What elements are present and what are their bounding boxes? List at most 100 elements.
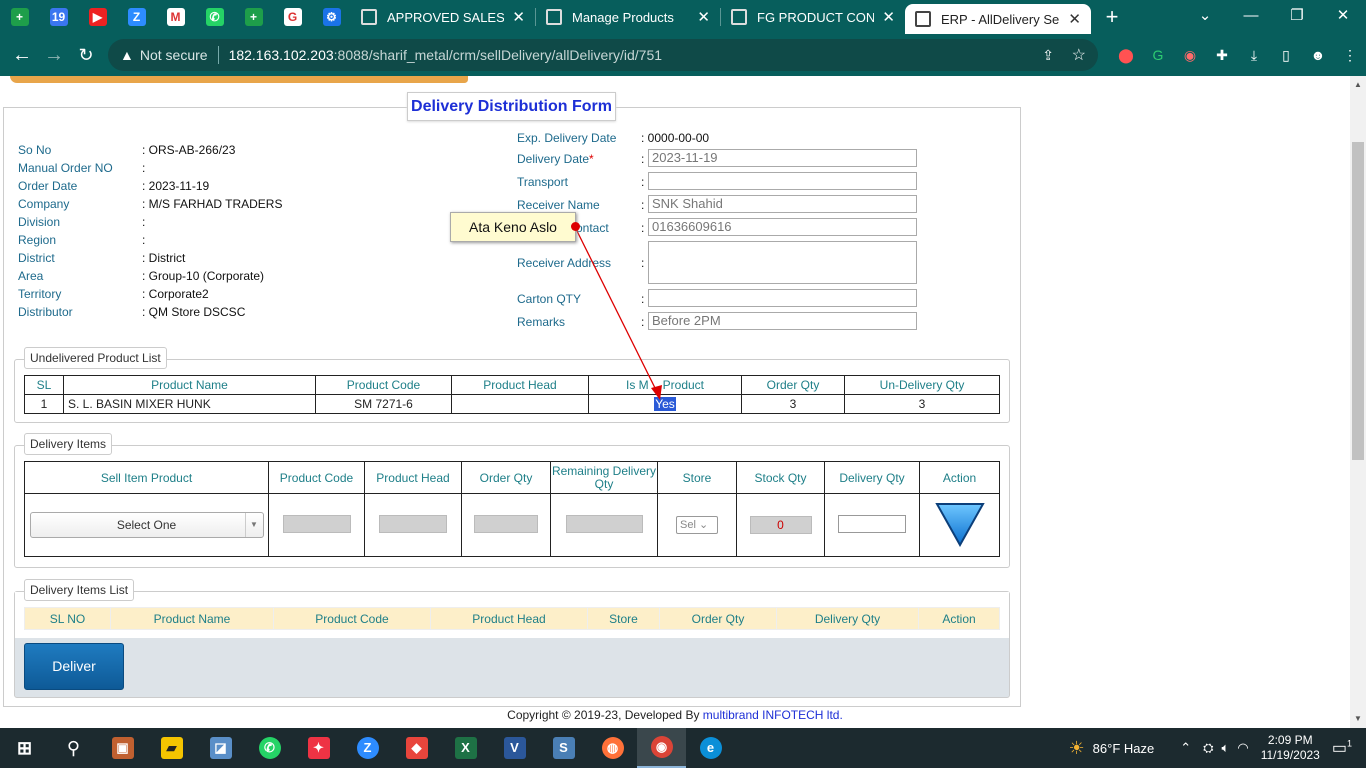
chevron-up-icon[interactable]: ⌃ bbox=[1180, 740, 1191, 756]
taskbar-app[interactable]: S bbox=[539, 728, 588, 768]
profile-avatar[interactable]: ☻ bbox=[1302, 47, 1334, 63]
info-label: Region bbox=[18, 233, 57, 247]
wifi-icon[interactable]: ◠ bbox=[1237, 740, 1248, 756]
pinned-tab[interactable]: M bbox=[156, 0, 195, 34]
close-icon[interactable]: ✕ bbox=[697, 8, 710, 26]
volume-icon[interactable]: 🔈︎ bbox=[1222, 740, 1230, 756]
share-icon[interactable]: ⇪ bbox=[1042, 47, 1054, 64]
grammarly-icon[interactable]: G bbox=[1142, 47, 1174, 63]
delivery-date-input[interactable]: 2023-11-19 bbox=[648, 149, 917, 167]
scroll-up-icon[interactable]: ▲ bbox=[1354, 80, 1362, 89]
receiver-name-input[interactable]: SNK Shahid bbox=[648, 195, 917, 213]
store-select[interactable]: Sel ⌄ bbox=[676, 516, 718, 534]
transport-input[interactable] bbox=[648, 172, 917, 190]
scrollbar-thumb[interactable] bbox=[1352, 142, 1364, 460]
sell-item-select[interactable]: Select One ▼ bbox=[29, 512, 264, 538]
taskbar-app[interactable]: ✆ bbox=[245, 728, 294, 768]
taskbar-app[interactable]: X bbox=[441, 728, 490, 768]
taskbar-app[interactable]: ◆ bbox=[392, 728, 441, 768]
visio-icon: V bbox=[503, 737, 526, 759]
cell-product-head bbox=[451, 394, 589, 414]
add-down-arrow-icon[interactable] bbox=[934, 501, 985, 547]
puzzle-icon[interactable]: ✚ bbox=[1206, 47, 1238, 64]
taskbar-app[interactable]: ▣ bbox=[98, 728, 147, 768]
taskbar-app[interactable]: e bbox=[686, 728, 735, 768]
col-delivery-qty: Delivery Qty bbox=[776, 607, 919, 630]
window-controls: ⌄ — ❐ ✕ bbox=[1182, 0, 1366, 34]
selected-text[interactable]: Yes bbox=[654, 397, 676, 411]
info-label: Manual Order NO bbox=[18, 161, 113, 175]
taskbar-app[interactable]: Z bbox=[343, 728, 392, 768]
start-button[interactable]: ⊞ bbox=[0, 728, 49, 768]
info-label: Company bbox=[18, 197, 70, 211]
contact-input[interactable]: 01636609616 bbox=[648, 218, 917, 236]
footer-brand-link[interactable]: multibrand INFOTECH ltd. bbox=[703, 708, 843, 722]
hidden-eye-icon[interactable]: ◉ bbox=[1174, 47, 1206, 64]
minimize-icon[interactable]: — bbox=[1228, 0, 1274, 34]
weather-text[interactable]: 86°F Haze bbox=[1093, 741, 1155, 756]
cell-sell-item: Select One ▼ bbox=[24, 493, 269, 557]
taskbar-app[interactable]: V bbox=[490, 728, 539, 768]
col-order-qty: Order Qty bbox=[659, 607, 777, 630]
cell-product-code: SM 7271-6 bbox=[315, 394, 452, 414]
pinned-tab[interactable]: G bbox=[273, 0, 312, 34]
pinned-tab[interactable]: 19 bbox=[39, 0, 78, 34]
tab-erp-delivery[interactable]: ERP - AllDelivery SellDelivery ✕ bbox=[905, 4, 1091, 34]
browser-tab-strip: +19 ▶ Z M ✆ + G ⚙ APPROVED SALES ORDER ✕ Manage… bbox=[0, 0, 1366, 34]
pinned-tab[interactable]: + bbox=[234, 0, 273, 34]
table-row[interactable]: 1 S. L. BASIN MIXER HUNK SM 7271-6 Yes 3… bbox=[24, 394, 1000, 414]
side-panel-icon[interactable]: ▯ bbox=[1270, 47, 1302, 64]
tab-manage-products[interactable]: Manage Products ✕ bbox=[536, 0, 720, 34]
extension-red-icon[interactable]: ⬤ bbox=[1110, 47, 1142, 64]
forward-icon[interactable]: → bbox=[38, 44, 70, 67]
back-icon[interactable]: ← bbox=[6, 44, 38, 67]
col-order-qty: Order Qty bbox=[461, 461, 551, 494]
omnibox[interactable]: ▲ Not secure 182.163.102.203:8088/sharif… bbox=[108, 39, 1098, 71]
tab-fg-product-config[interactable]: FG PRODUCT CONFIG ✕ bbox=[721, 0, 905, 34]
taskbar-app[interactable]: ◍ bbox=[588, 728, 637, 768]
receiver-address-textarea[interactable] bbox=[648, 241, 917, 284]
restore-icon[interactable]: ❐ bbox=[1274, 0, 1320, 34]
col-sl-no: SL NO bbox=[24, 607, 111, 630]
pinned-tab[interactable]: ⚙ bbox=[312, 0, 351, 34]
colon: : bbox=[641, 256, 645, 270]
footer: Copyright © 2019-23, Developed By multib… bbox=[0, 708, 1350, 722]
tab-search-icon[interactable]: ⌄ bbox=[1182, 0, 1228, 34]
page-scrollbar[interactable]: ▲ ▼ bbox=[1350, 76, 1366, 728]
info-value: : ORS-AB-266/23 bbox=[142, 143, 236, 157]
clock[interactable]: 2:09 PM 11/19/2023 bbox=[1261, 733, 1320, 763]
new-tab-button[interactable]: + bbox=[1097, 4, 1127, 30]
scroll-down-icon[interactable]: ▼ bbox=[1354, 714, 1362, 723]
window-close-icon[interactable]: ✕ bbox=[1320, 0, 1366, 34]
security-label[interactable]: Not secure bbox=[140, 47, 208, 63]
close-icon[interactable]: ✕ bbox=[1068, 10, 1081, 28]
pinned-tab[interactable]: ▶ bbox=[78, 0, 117, 34]
notification-icon[interactable]: ▭1 bbox=[1332, 738, 1352, 758]
tab-approved-sales-order[interactable]: APPROVED SALES ORDER ✕ bbox=[351, 0, 535, 34]
taskbar-app[interactable]: ✦ bbox=[294, 728, 343, 768]
remarks-input[interactable]: Before 2PM bbox=[648, 312, 917, 330]
bookmark-star-icon[interactable]: ☆ bbox=[1072, 45, 1086, 65]
info-value: : District bbox=[142, 251, 186, 265]
menu-kebab-icon[interactable]: ⋮ bbox=[1334, 47, 1366, 64]
col-product-head: Product Head bbox=[451, 375, 589, 395]
cell-store: Sel ⌄ bbox=[657, 493, 737, 557]
pinned-tab[interactable]: Z bbox=[117, 0, 156, 34]
search-button[interactable]: ⚲ bbox=[49, 728, 98, 768]
taskbar-app-chrome[interactable]: ◉ bbox=[637, 728, 686, 768]
carton-qty-input[interactable] bbox=[648, 289, 917, 307]
search-icon: ⚲ bbox=[66, 738, 81, 758]
pinned-tab[interactable]: + bbox=[0, 0, 39, 34]
close-icon[interactable]: ✕ bbox=[512, 8, 525, 26]
info-label: Area bbox=[18, 269, 44, 283]
pinned-tab[interactable]: ✆ bbox=[195, 0, 234, 34]
close-icon[interactable]: ✕ bbox=[882, 8, 895, 26]
taskbar-app[interactable]: ▰ bbox=[147, 728, 196, 768]
tab-title: FG PRODUCT CONFIG bbox=[757, 9, 875, 25]
deliver-button[interactable]: Deliver bbox=[24, 643, 124, 690]
network-icon[interactable]: ⛭ bbox=[1203, 740, 1213, 756]
taskbar-app[interactable]: ◪ bbox=[196, 728, 245, 768]
delivery-qty-input[interactable] bbox=[838, 514, 906, 533]
download-icon[interactable]: ⤓ bbox=[1238, 47, 1270, 64]
reload-icon[interactable]: ↻ bbox=[70, 45, 102, 66]
